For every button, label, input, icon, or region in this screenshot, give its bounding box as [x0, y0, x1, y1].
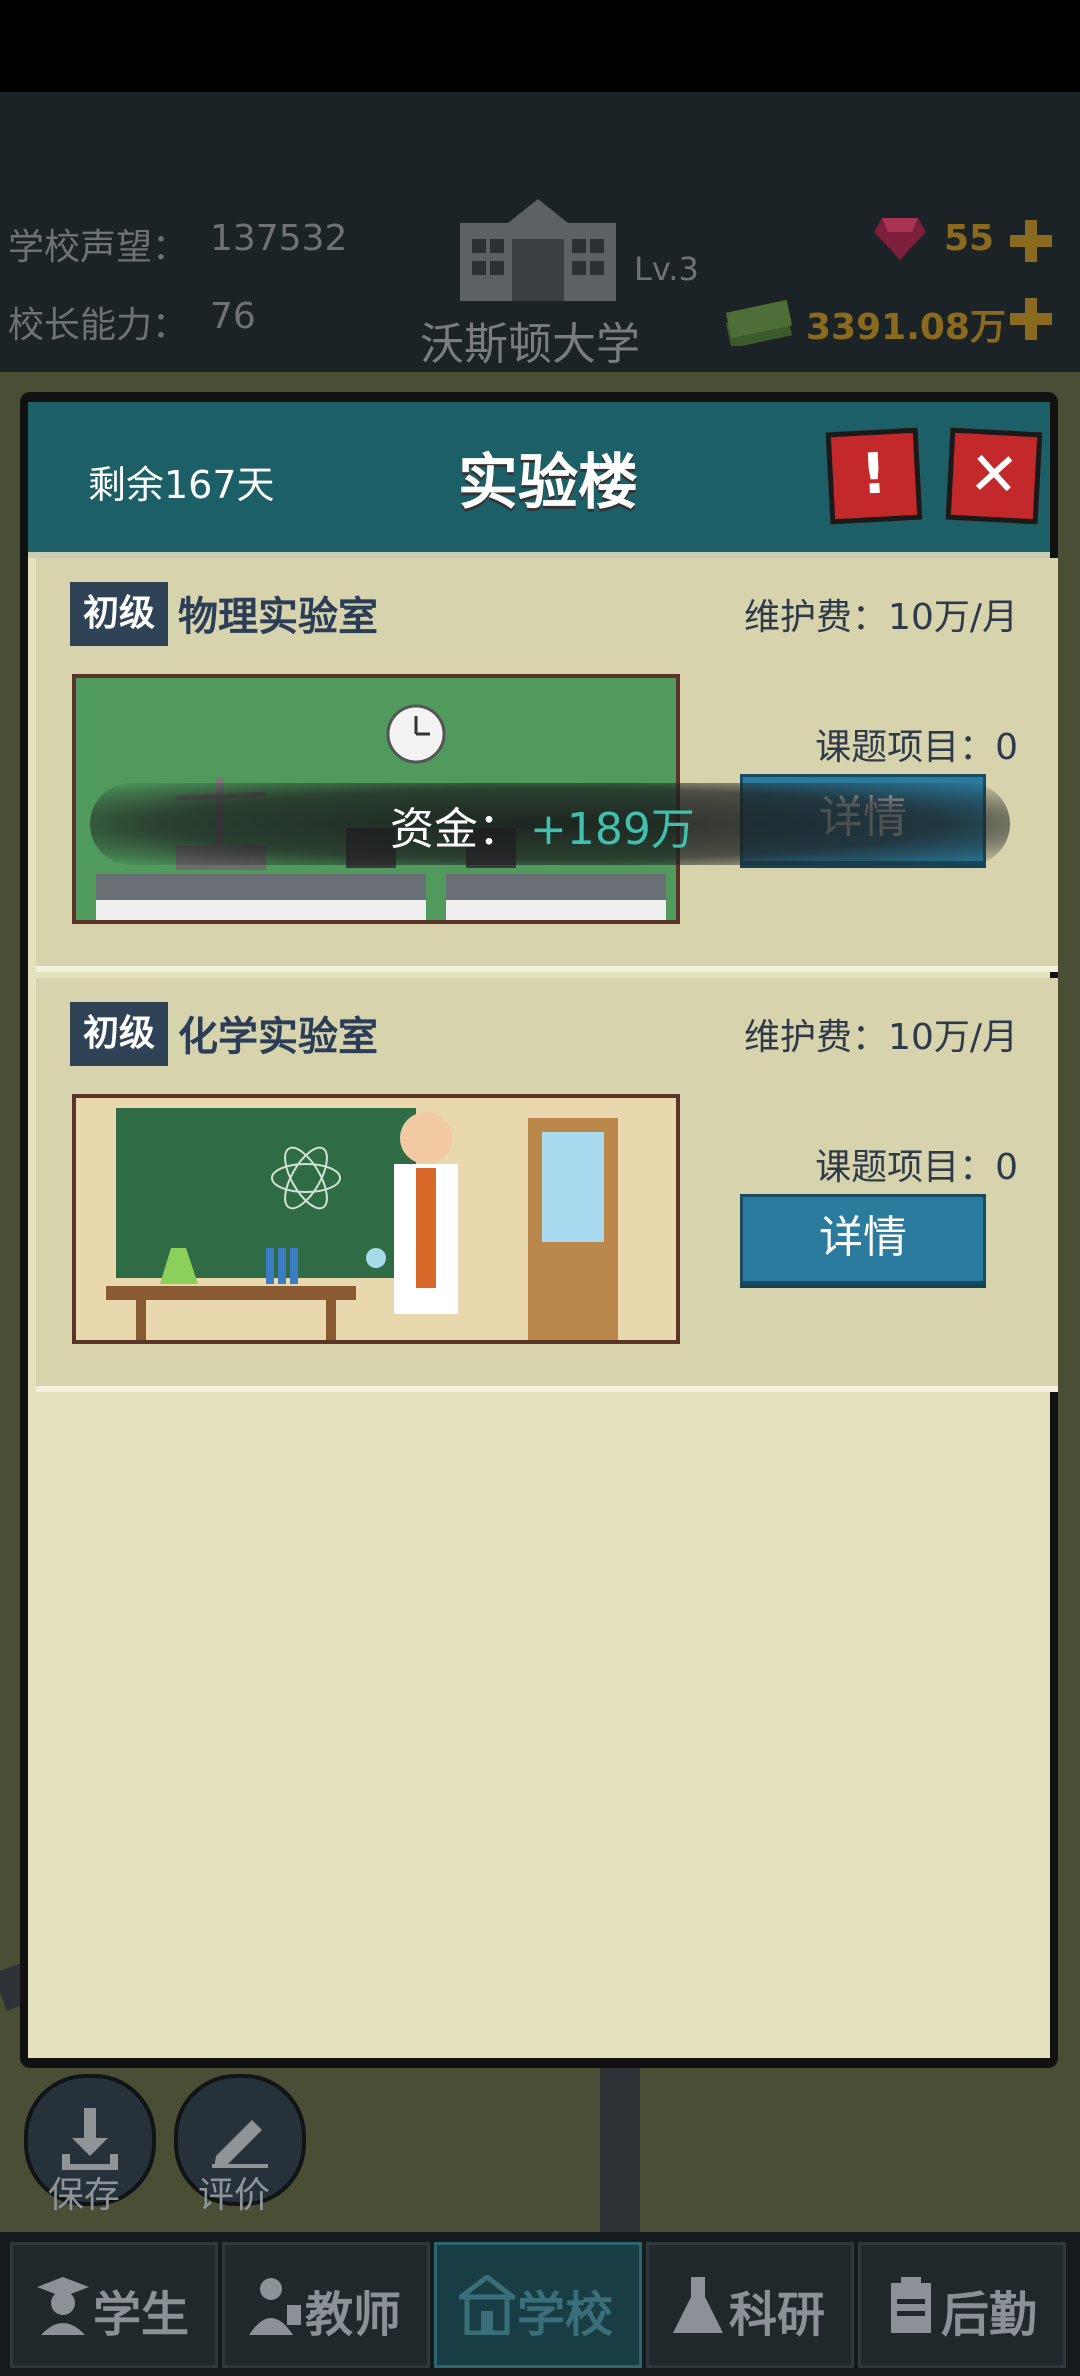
exclamation-icon: ! [859, 441, 889, 508]
student-icon [37, 2277, 89, 2335]
tab-teachers[interactable]: 教师 [222, 2242, 430, 2368]
add-money-icon[interactable] [1008, 296, 1054, 342]
review-label: 评价 [198, 2175, 271, 2216]
details-button[interactable]: 详情 [740, 1194, 986, 1284]
dialog-title: 实验楼 [458, 448, 638, 518]
project-count: 课题项目：0 [815, 727, 1018, 768]
chemistry-lab-image [72, 1094, 680, 1344]
clipboard-icon [891, 2277, 931, 2333]
add-gems-icon[interactable] [1008, 218, 1054, 264]
lab-name: 物理实验室 [178, 594, 378, 640]
money-icon [725, 299, 793, 346]
warning-button[interactable]: ! [825, 427, 923, 525]
teacher-icon [249, 2278, 301, 2335]
toast-value: +189万 [530, 804, 695, 855]
reputation-label: 学校声望： [8, 227, 189, 268]
funds-toast: 资金： +189万 [90, 783, 1010, 865]
download-icon [62, 2108, 118, 2170]
lab-name: 化学实验室 [178, 1014, 378, 1060]
reputation-value: 137532 [210, 218, 348, 259]
tab-label: 科研 [729, 2287, 826, 2343]
lab-building-dialog: 剩余167天 实验楼 ! ✕ 初级 物理实验室 维护费：10万/月 课题项目：0… [20, 392, 1058, 2068]
dialog-header: 剩余167天 实验楼 ! ✕ [28, 402, 1050, 558]
maintenance-fee: 维护费：10万/月 [744, 1017, 1018, 1058]
gem-count: 55 [944, 218, 995, 259]
tab-logistics[interactable]: 后勤 [858, 2242, 1066, 2368]
close-icon: ✕ [967, 438, 1021, 512]
school-icon [459, 2275, 515, 2335]
school-level: Lv.3 [634, 250, 699, 288]
tier-badge: 初级 [70, 1002, 168, 1066]
ability-value: 76 [210, 296, 256, 337]
school-name: 沃斯顿大学 [420, 319, 640, 370]
money-amount: 3391.08万 [806, 307, 1006, 348]
remaining-days: 剩余167天 [88, 463, 275, 507]
lab-card-physics: 初级 物理实验室 维护费：10万/月 课题项目：0 [36, 558, 1058, 972]
tab-label: 后勤 [941, 2287, 1038, 2343]
tab-school[interactable]: 学校 [434, 2242, 642, 2368]
school-building-icon [460, 199, 616, 301]
ability-label: 校长能力： [8, 305, 189, 346]
pencil-icon [212, 2120, 268, 2168]
maintenance-fee: 维护费：10万/月 [744, 597, 1018, 638]
status-bar [0, 0, 1080, 92]
tier-badge: 初级 [70, 582, 168, 646]
chemistry-lab-illustration [76, 1098, 676, 1340]
gem-icon [874, 218, 926, 260]
toast-label: 资金： [390, 804, 522, 855]
tab-label: 学生 [93, 2287, 190, 2343]
close-button[interactable]: ✕ [945, 427, 1043, 525]
save-label: 保存 [48, 2175, 121, 2216]
project-count: 课题项目：0 [815, 1147, 1018, 1188]
tab-research[interactable]: 科研 [646, 2242, 854, 2368]
tab-label: 教师 [305, 2287, 402, 2343]
tab-students[interactable]: 学生 [10, 2242, 218, 2368]
flask-icon [673, 2277, 723, 2333]
tab-label: 学校 [517, 2287, 614, 2343]
lab-card-chemistry: 初级 化学实验室 维护费：10万/月 课题项目：0 详情 [36, 978, 1058, 1392]
bottom-tab-bar: 学生 教师 学校 科研 后勤 [0, 2232, 1080, 2376]
